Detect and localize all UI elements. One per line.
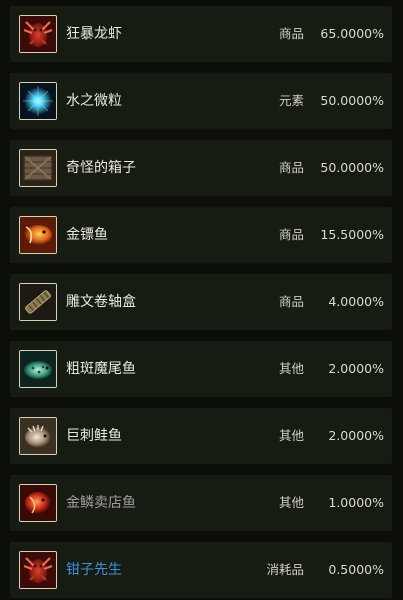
item-type: 元素 bbox=[278, 93, 304, 108]
golden-darter-icon bbox=[19, 216, 57, 254]
item-type: 商品 bbox=[278, 26, 304, 41]
drop-row[interactable]: 奇怪的箱子 商品 50.0000% bbox=[10, 140, 392, 196]
drop-chance: 0.5000% bbox=[328, 562, 384, 577]
item-name[interactable]: 金鳞卖店鱼 bbox=[66, 475, 136, 531]
item-name[interactable]: 巨刺鲑鱼 bbox=[66, 408, 122, 464]
goldscale-fish-icon bbox=[19, 484, 57, 522]
lobster-icon bbox=[19, 551, 57, 589]
item-name[interactable]: 钳子先生 bbox=[66, 542, 122, 598]
item-name[interactable]: 水之微粒 bbox=[66, 73, 122, 129]
scroll-case-icon bbox=[19, 283, 57, 321]
item-type: 商品 bbox=[278, 294, 304, 309]
drop-chance: 4.0000% bbox=[328, 294, 384, 309]
drop-chance: 50.0000% bbox=[320, 93, 384, 108]
item-type: 其他 bbox=[278, 361, 304, 376]
drop-row[interactable]: 雕文卷轴盒 商品 4.0000% bbox=[10, 274, 392, 330]
drop-chance: 65.0000% bbox=[320, 26, 384, 41]
item-name[interactable]: 狂暴龙虾 bbox=[66, 6, 122, 62]
drop-chance: 2.0000% bbox=[328, 428, 384, 443]
drop-row[interactable]: 金镖鱼 商品 15.5000% bbox=[10, 207, 392, 263]
drop-chance: 50.0000% bbox=[320, 160, 384, 175]
item-type: 商品 bbox=[278, 227, 304, 242]
drop-row[interactable]: 金鳞卖店鱼 其他 1.0000% bbox=[10, 475, 392, 531]
item-type: 消耗品 bbox=[266, 562, 304, 577]
drop-row[interactable]: 钳子先生 消耗品 0.5000% bbox=[10, 542, 392, 598]
drop-row[interactable]: 狂暴龙虾 商品 65.0000% bbox=[10, 6, 392, 62]
item-name[interactable]: 金镖鱼 bbox=[66, 207, 108, 263]
drop-chance: 2.0000% bbox=[328, 361, 384, 376]
spotted-fish-icon bbox=[19, 350, 57, 388]
item-type: 商品 bbox=[278, 160, 304, 175]
drop-chance: 15.5000% bbox=[320, 227, 384, 242]
spiny-salmon-icon bbox=[19, 417, 57, 455]
drop-row[interactable]: 水之微粒 元素 50.0000% bbox=[10, 73, 392, 129]
drop-row[interactable]: 粗斑魔尾鱼 其他 2.0000% bbox=[10, 341, 392, 397]
item-name[interactable]: 雕文卷轴盒 bbox=[66, 274, 136, 330]
drop-row[interactable]: 巨刺鲑鱼 其他 2.0000% bbox=[10, 408, 392, 464]
item-name[interactable]: 粗斑魔尾鱼 bbox=[66, 341, 136, 397]
drop-chance: 1.0000% bbox=[328, 495, 384, 510]
item-type: 其他 bbox=[278, 428, 304, 443]
lobster-icon bbox=[19, 15, 57, 53]
item-name[interactable]: 奇怪的箱子 bbox=[66, 140, 136, 196]
water-mote-icon bbox=[19, 82, 57, 120]
crate-icon bbox=[19, 149, 57, 187]
item-type: 其他 bbox=[278, 495, 304, 510]
drop-list: 狂暴龙虾 商品 65.0000% 水之微粒 元素 50.0000% 奇怪的箱子 … bbox=[0, 0, 403, 600]
